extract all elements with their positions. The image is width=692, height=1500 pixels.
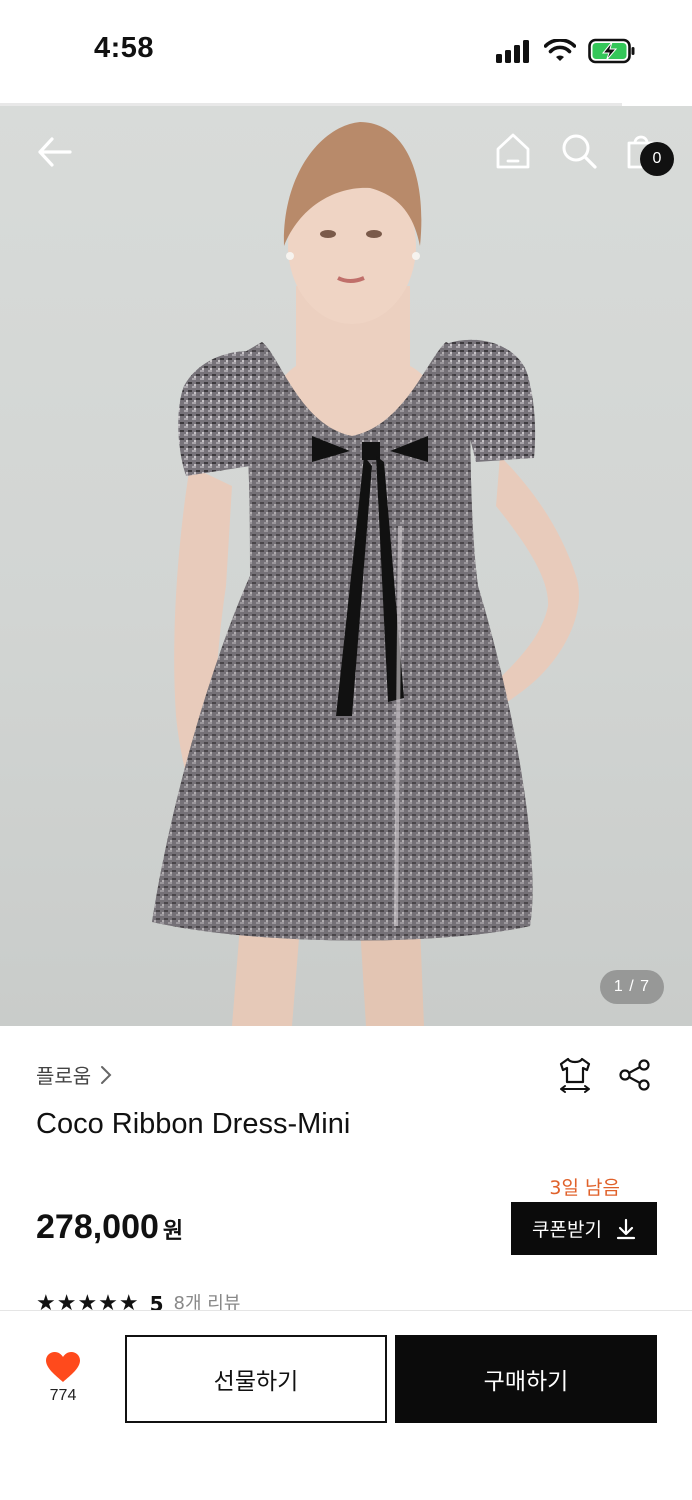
brand-link[interactable]: 플로움: [36, 1060, 113, 1089]
gallery-page-indicator: 1 / 7: [600, 970, 664, 1004]
battery-charging-icon: [588, 38, 635, 64]
cart-count-badge: 0: [640, 142, 674, 176]
product-photo: [152, 122, 579, 1026]
status-icons: [496, 38, 636, 64]
product-image-gallery[interactable]: 0 1 / 7: [0, 106, 692, 1026]
download-icon: [616, 1218, 636, 1239]
wifi-icon: [544, 39, 576, 61]
coupon-download-button[interactable]: 쿠폰받기: [511, 1202, 657, 1255]
coupon-button-label: 쿠폰받기: [532, 1219, 602, 1241]
bottom-action-bar: 774 선물하기 구매하기: [0, 1310, 692, 1500]
heart-icon: [46, 1352, 80, 1382]
search-icon: [562, 134, 597, 169]
gift-button[interactable]: 선물하기: [125, 1335, 387, 1423]
back-button[interactable]: [30, 128, 78, 176]
size-guide-button[interactable]: [556, 1056, 594, 1094]
search-button[interactable]: [556, 128, 602, 174]
buy-button[interactable]: 구매하기: [395, 1335, 657, 1423]
like-count: 774: [49, 1387, 77, 1404]
status-time: 4:58: [94, 32, 155, 64]
status-bar: 4:58: [0, 0, 692, 104]
brand-name: 플로움: [36, 1064, 92, 1088]
chevron-right-icon: [101, 1065, 112, 1084]
home-icon: [496, 133, 530, 169]
price-value: 278,000: [36, 1208, 159, 1246]
arrow-left-icon: [38, 137, 72, 167]
like-button[interactable]: 774: [30, 1351, 96, 1405]
share-button[interactable]: [616, 1056, 654, 1094]
home-button[interactable]: [490, 128, 536, 174]
product-title: Coco Ribbon Dress-Mini: [36, 1108, 351, 1140]
size-guide-shirt-icon: [559, 1057, 591, 1093]
share-icon: [619, 1059, 650, 1091]
signal-icon: [496, 40, 529, 63]
product-price: 278,000 원: [36, 1208, 183, 1247]
product-actions: [556, 1056, 654, 1094]
coupon-remaining-days: 3일 남음: [549, 1177, 620, 1199]
price-currency: 원: [162, 1219, 184, 1244]
